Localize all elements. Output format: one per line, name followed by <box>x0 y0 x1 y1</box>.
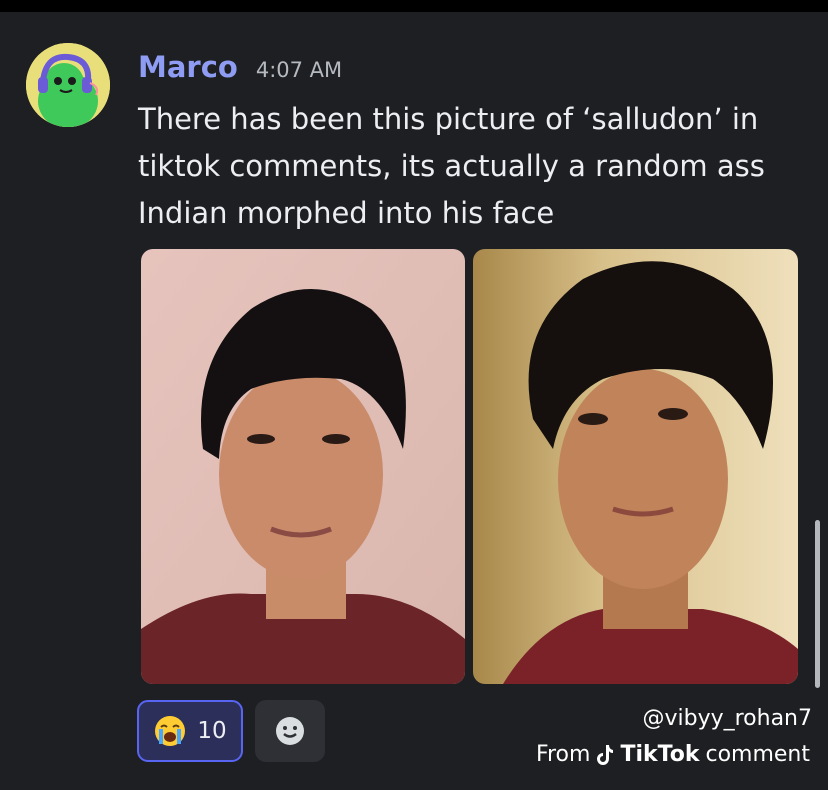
watermark-suffix: comment <box>705 742 810 767</box>
watermark-footer: From TikTok comment <box>536 742 810 767</box>
attachment-photo-1[interactable] <box>141 249 465 684</box>
reaction-button[interactable]: 10 <box>137 700 243 762</box>
smile-icon <box>276 717 304 745</box>
reaction-count: 10 <box>197 718 227 744</box>
scrollbar[interactable] <box>815 520 820 688</box>
watermark-handle: @vibyy_rohan7 <box>642 706 812 731</box>
watermark-from: From <box>535 742 591 767</box>
attachment-photo-2[interactable] <box>473 249 798 684</box>
timestamp: 4:07 AM <box>255 58 343 82</box>
avatar-image <box>26 43 110 127</box>
tiktok-logo-icon <box>597 744 614 765</box>
username[interactable]: Marco <box>138 50 238 84</box>
loudly-crying-face-icon <box>155 716 186 746</box>
add-reaction-button[interactable] <box>255 700 325 762</box>
message-text: There has been this picture of ‘salludon… <box>138 102 765 230</box>
watermark-app: TikTok <box>620 742 700 767</box>
avatar[interactable] <box>26 43 110 127</box>
top-status-bar <box>0 0 828 12</box>
photo-1-image <box>141 249 465 684</box>
photo-2-image <box>473 249 798 684</box>
message-header: Marco 4:07 AM <box>138 50 342 90</box>
